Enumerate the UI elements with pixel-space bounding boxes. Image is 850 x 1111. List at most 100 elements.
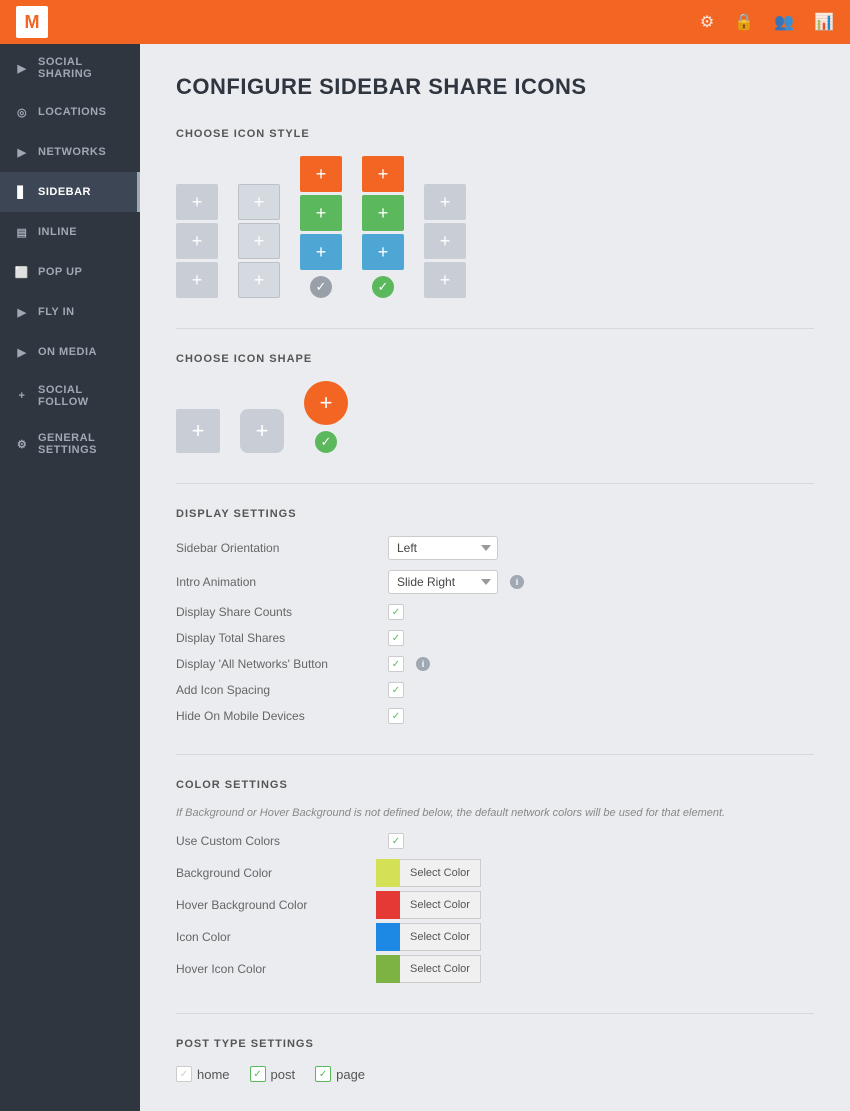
bg-color-swatch xyxy=(376,859,400,887)
display-total-shares-checkbox[interactable]: ✓ xyxy=(388,630,404,646)
icon-style-option-4[interactable]: + + + ✓ xyxy=(362,156,404,298)
hover-bg-select-color-btn[interactable]: Select Color xyxy=(400,891,481,919)
shape-option-square[interactable]: + xyxy=(176,409,220,453)
post-type-post[interactable]: ✓ post xyxy=(250,1066,296,1082)
color-settings-title: COLOR SETTINGS xyxy=(176,779,814,791)
sidebar-item-onmedia[interactable]: ▶ On Media xyxy=(0,332,140,372)
hover-icon-color-picker[interactable]: Select Color xyxy=(376,955,481,983)
post-type-home[interactable]: ✓ home xyxy=(176,1066,230,1082)
background-color-picker[interactable]: Select Color xyxy=(376,859,481,887)
sidebar-icon: ▋ xyxy=(14,184,30,200)
selected-check: ✓ xyxy=(372,276,394,298)
icon-style-option-1[interactable]: + + + xyxy=(176,184,218,298)
icon-btn: + xyxy=(238,223,280,259)
post-types-list: ✓ home ✓ post ✓ page xyxy=(176,1066,814,1082)
icon-btn: + xyxy=(362,156,404,192)
icon-stack-4: + + + xyxy=(362,156,404,270)
choose-icon-shape-section: CHOOSE ICON SHAPE + + + ✓ xyxy=(176,353,814,453)
icon-color-swatch xyxy=(376,923,400,951)
icon-btn: + xyxy=(300,156,342,192)
sidebar-orientation-select[interactable]: Left Right xyxy=(388,536,498,560)
sidebar-item-general-settings[interactable]: ⚙ General Settings xyxy=(0,420,140,468)
sidebar-item-inline[interactable]: ▤ Inline xyxy=(0,212,140,252)
shape-option-rounded[interactable]: + xyxy=(240,409,284,453)
icon-style-option-5[interactable]: + + + xyxy=(424,184,466,298)
hover-icon-select-color-btn[interactable]: Select Color xyxy=(400,955,481,983)
networks-icon: ▶ xyxy=(14,144,30,160)
social-sharing-icon: ▶ xyxy=(14,60,30,76)
lock-icon[interactable]: 🔒 xyxy=(734,12,754,32)
sidebar-item-label: Fly In xyxy=(38,306,75,318)
display-all-networks-label: Display 'All Networks' Button xyxy=(176,657,376,671)
add-icon-spacing-row: Add Icon Spacing ✓ xyxy=(176,682,814,698)
sidebar-item-popup[interactable]: ⬜ Pop Up xyxy=(0,252,140,292)
icon-btn: + xyxy=(176,223,218,259)
hide-on-mobile-checkbox[interactable]: ✓ xyxy=(388,708,404,724)
sidebar-item-label: General Settings xyxy=(38,432,126,456)
display-total-shares-row: Display Total Shares ✓ xyxy=(176,630,814,646)
sidebar-item-label: Social Sharing xyxy=(38,56,126,80)
top-nav: M ⚙ 🔒 👥 📊 xyxy=(0,0,850,44)
flyin-icon: ▶ xyxy=(14,304,30,320)
color-settings-section: COLOR SETTINGS If Background or Hover Ba… xyxy=(176,779,814,983)
hover-bg-color-picker[interactable]: Select Color xyxy=(376,891,481,919)
top-nav-icons: ⚙ 🔒 👥 📊 xyxy=(700,12,834,32)
sidebar-item-networks[interactable]: ▶ Networks xyxy=(0,132,140,172)
icon-style-options: + + + + + + + + xyxy=(176,156,814,298)
sidebar-item-locations[interactable]: ◎ Locations xyxy=(0,92,140,132)
icon-color-picker[interactable]: Select Color xyxy=(376,923,481,951)
use-custom-colors-checkbox[interactable]: ✓ xyxy=(388,833,404,849)
sidebar-item-social-follow[interactable]: + Social Follow xyxy=(0,372,140,420)
icon-stack-2: + + + xyxy=(238,184,280,298)
icon-select-color-btn[interactable]: Select Color xyxy=(400,923,481,951)
display-share-counts-label: Display Share Counts xyxy=(176,605,376,619)
icon-shape-title: CHOOSE ICON SHAPE xyxy=(176,353,814,365)
settings-icon[interactable]: ⚙ xyxy=(700,12,714,32)
sidebar-item-label: Sidebar xyxy=(38,186,91,198)
social-follow-icon: + xyxy=(14,388,30,404)
users-icon[interactable]: 👥 xyxy=(774,12,794,32)
icon-style-option-2[interactable]: + + + xyxy=(238,184,280,298)
use-custom-colors-label: Use Custom Colors xyxy=(176,834,376,848)
sidebar: ▶ Social Sharing ◎ Locations ▶ Networks … xyxy=(0,44,140,1111)
page-title: CONFIGURE SIDEBAR SHARE ICONS xyxy=(176,74,814,100)
divider-3 xyxy=(176,754,814,755)
icon-style-option-3[interactable]: + + + ✓ xyxy=(300,156,342,298)
info-icon-2[interactable]: i xyxy=(416,657,430,671)
shape-option-circle[interactable]: + ✓ xyxy=(304,381,348,453)
display-settings-title: DISPLAY SETTINGS xyxy=(176,508,814,520)
intro-animation-select[interactable]: Slide Right Slide Left None xyxy=(388,570,498,594)
sidebar-item-sidebar[interactable]: ▋ Sidebar xyxy=(0,172,140,212)
display-share-counts-checkbox[interactable]: ✓ xyxy=(388,604,404,620)
add-icon-spacing-checkbox[interactable]: ✓ xyxy=(388,682,404,698)
hover-icon-color-swatch xyxy=(376,955,400,983)
page-checkbox[interactable]: ✓ xyxy=(315,1066,331,1082)
display-all-networks-row: Display 'All Networks' Button ✓ i xyxy=(176,656,814,672)
sidebar-item-label: Networks xyxy=(38,146,106,158)
divider-2 xyxy=(176,483,814,484)
layout: ▶ Social Sharing ◎ Locations ▶ Networks … xyxy=(0,44,850,1111)
chart-icon[interactable]: 📊 xyxy=(814,12,834,32)
sidebar-item-flyin[interactable]: ▶ Fly In xyxy=(0,292,140,332)
post-checkbox[interactable]: ✓ xyxy=(250,1066,266,1082)
display-all-networks-checkbox[interactable]: ✓ xyxy=(388,656,404,672)
icon-btn: + xyxy=(300,234,342,270)
info-icon[interactable]: i xyxy=(510,575,524,589)
icon-stack-5: + + + xyxy=(424,184,466,298)
hide-on-mobile-label: Hide On Mobile Devices xyxy=(176,709,376,723)
icon-btn: + xyxy=(300,195,342,231)
home-checkbox[interactable]: ✓ xyxy=(176,1066,192,1082)
shape-rounded: + xyxy=(240,409,284,453)
bg-select-color-btn[interactable]: Select Color xyxy=(400,859,481,887)
background-color-row: Background Color Select Color xyxy=(176,859,814,887)
post-type-page[interactable]: ✓ page xyxy=(315,1066,365,1082)
icon-shape-options: + + + ✓ xyxy=(176,381,814,453)
icon-btn: + xyxy=(176,184,218,220)
popup-icon: ⬜ xyxy=(14,264,30,280)
post-type-title: POST TYPE SETTINGS xyxy=(176,1038,814,1050)
icon-color-label: Icon Color xyxy=(176,930,376,944)
divider-4 xyxy=(176,1013,814,1014)
inline-icon: ▤ xyxy=(14,224,30,240)
sidebar-item-social-sharing[interactable]: ▶ Social Sharing xyxy=(0,44,140,92)
sidebar-item-label: On Media xyxy=(38,346,97,358)
